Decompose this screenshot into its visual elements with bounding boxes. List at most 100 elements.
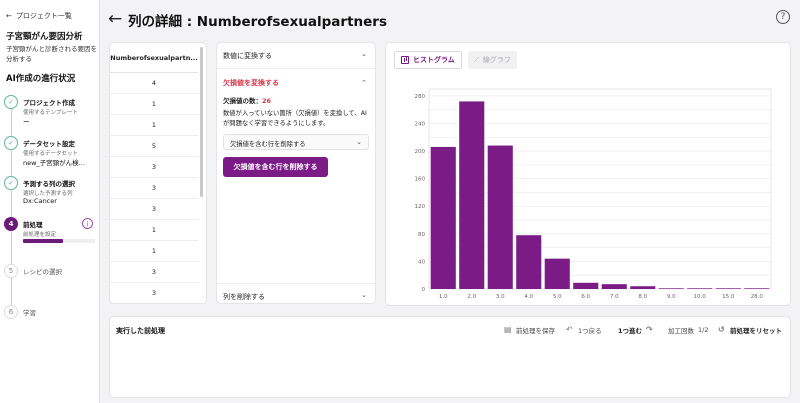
step-sub: 選択した予測する列 xyxy=(23,191,73,197)
delete-missing-rows-button[interactable]: 欠損値を含む行を削除する xyxy=(223,157,328,177)
y-tick-label: 240 xyxy=(415,121,426,127)
undo-button[interactable]: ↶ 1つ戻る xyxy=(566,325,602,336)
applied-preprocess-title: 実行した前処理 xyxy=(116,327,165,335)
select-value: 欠損値を含む行を削除する xyxy=(230,141,306,148)
x-tick-label: 15.0 xyxy=(722,294,735,300)
save-preprocess-button[interactable]: ▤ 前処理を保存 xyxy=(504,325,555,336)
table-cell: 4 xyxy=(110,73,198,94)
x-tick-label: 1.0 xyxy=(439,294,448,300)
column-values-panel: Numberofsexualpartn... 41153331133 xyxy=(109,42,207,304)
tab-label: 線グラフ xyxy=(482,56,511,64)
step-title: 前処理 xyxy=(23,221,43,229)
missing-label: 欠損値の数： xyxy=(223,97,262,105)
back-link-label: プロジェクト一覧 xyxy=(15,12,72,20)
step-number: 6 xyxy=(4,305,18,319)
histogram-bar[interactable] xyxy=(573,282,599,289)
reset-preprocess-button[interactable]: ↺ 前処理をリセット xyxy=(718,325,782,336)
table-cell: 3 xyxy=(110,199,198,220)
step-title: データセット設定 xyxy=(23,140,75,148)
progress-title: AI作成の進行状況 xyxy=(6,74,76,84)
y-tick-label: 200 xyxy=(415,149,426,155)
project-title: 子宮頸がん要因分析 xyxy=(6,32,83,42)
chevron-up-icon: ⌃ xyxy=(361,79,367,87)
table-cell: 1 xyxy=(110,115,198,136)
y-tick-label: 160 xyxy=(415,177,426,183)
x-tick-label: 28.0 xyxy=(751,294,764,300)
edit-count: 加工回数 1/2 xyxy=(668,325,708,335)
arrow-left-icon: ← xyxy=(6,12,12,20)
undo-label: 1つ戻る xyxy=(578,327,602,335)
table-cell: 1 xyxy=(110,220,198,241)
histogram-bar[interactable] xyxy=(601,284,627,289)
step-title: レシピの選択 xyxy=(23,268,62,276)
check-icon: ✓ xyxy=(4,176,18,190)
histogram-bar[interactable] xyxy=(544,258,570,289)
histogram-icon xyxy=(401,56,409,64)
x-tick-label: 8.0 xyxy=(638,294,647,300)
x-tick-label: 3.0 xyxy=(496,294,505,300)
histogram-bar[interactable] xyxy=(516,235,542,289)
save-label: 前処理を保存 xyxy=(516,327,555,335)
step-progress-bar xyxy=(23,239,63,243)
help-icon[interactable]: ? xyxy=(776,10,790,24)
accordion-label: 列を削除する xyxy=(223,293,265,301)
step-value: new_子宮頸がん検... xyxy=(23,159,85,167)
histogram-bar[interactable] xyxy=(715,288,741,289)
step-sub: 前処理を設定 xyxy=(23,232,57,238)
x-tick-label: 10.0 xyxy=(694,294,707,300)
tab-histogram[interactable]: ヒストグラム xyxy=(394,51,462,69)
histogram-bar[interactable] xyxy=(658,288,684,289)
missing-method-select[interactable]: 欠損値を含む行を削除する ⌄ xyxy=(223,134,369,150)
back-to-projects-link[interactable]: ← プロジェクト一覧 xyxy=(6,11,72,21)
project-description: 子宮頸がんと診断される要因を分析する xyxy=(6,45,97,63)
redo-label: 1つ進む xyxy=(618,327,643,335)
accordion-label: 欠損値を変換する xyxy=(223,79,279,87)
sidebar: ← プロジェクト一覧 子宮頸がん要因分析 子宮頸がんと診断される要因を分析する … xyxy=(0,0,100,403)
page-title: 列の詳細 : Numberofsexualpartners xyxy=(128,14,387,30)
chart-panel: ヒストグラム ⟋ 線グラフ 0 40 80 120 160 200 240 280 1.0 2.… xyxy=(385,42,791,306)
tab-line-chart[interactable]: ⟋ 線グラフ xyxy=(468,51,517,69)
edit-count-value: 1/2 xyxy=(698,326,709,334)
step-number: 4 xyxy=(4,217,18,231)
accordion-delete-column[interactable]: 列を削除する ⌄ xyxy=(217,283,375,309)
table-cell: 3 xyxy=(110,283,198,303)
chevron-down-icon: ⌄ xyxy=(356,138,362,146)
accordion-convert-numeric[interactable]: 数値に変換する ⌄ xyxy=(217,43,375,69)
histogram-bar[interactable] xyxy=(459,101,485,290)
step-title: プロジェクト作成 xyxy=(23,99,75,107)
histogram-bar[interactable] xyxy=(687,288,713,289)
histogram-chart: 0 40 80 120 160 200 240 280 1.0 2.0 3.0 4.0 5.0 6.0 7… xyxy=(415,88,772,300)
reset-label: 前処理をリセット xyxy=(730,327,782,335)
x-tick-label: 6.0 xyxy=(581,294,590,300)
undo-icon: ↶ xyxy=(566,325,573,334)
step-value: ー xyxy=(23,118,30,126)
scrollbar[interactable] xyxy=(200,47,203,197)
table-cell: 3 xyxy=(110,157,198,178)
column-header: Numberofsexualpartn... xyxy=(110,43,198,73)
table-cell: 3 xyxy=(110,262,198,283)
x-tick-label: 5.0 xyxy=(553,294,562,300)
save-icon: ▤ xyxy=(504,325,512,334)
edit-count-label: 加工回数 xyxy=(668,327,694,335)
preprocess-panel: 数値に変換する ⌄ 欠損値を変換する ⌃ 欠損値の数：26 数値が入っていない箇… xyxy=(216,42,376,304)
histogram-bar[interactable] xyxy=(744,288,770,289)
histogram-bar[interactable] xyxy=(487,145,513,289)
histogram-bar[interactable] xyxy=(430,146,456,289)
chevron-down-icon: ⌄ xyxy=(361,291,367,299)
step-sub: 使用するデータセット xyxy=(23,151,79,157)
accordion-convert-missing[interactable]: 欠損値を変換する ⌃ xyxy=(217,70,375,96)
info-icon[interactable]: i xyxy=(82,218,93,229)
step-number: 5 xyxy=(4,264,18,278)
x-tick-label: 7.0 xyxy=(610,294,619,300)
step-value: Dx:Cancer xyxy=(23,197,57,205)
missing-description: 数値が入っていない箇所（欠損値）を変換して、AIが問題なく学習できるようにします… xyxy=(223,110,367,127)
table-cell: 3 xyxy=(110,178,198,199)
y-tick-label: 0 xyxy=(422,287,426,293)
check-icon: ✓ xyxy=(4,95,18,109)
table-cell: 1 xyxy=(110,94,198,115)
redo-button[interactable]: 1つ進む ↷ xyxy=(618,325,654,336)
histogram-bar[interactable] xyxy=(630,286,656,289)
back-arrow-icon[interactable]: ← xyxy=(108,9,122,29)
chevron-down-icon: ⌄ xyxy=(361,50,367,58)
tab-label: ヒストグラム xyxy=(413,56,455,64)
